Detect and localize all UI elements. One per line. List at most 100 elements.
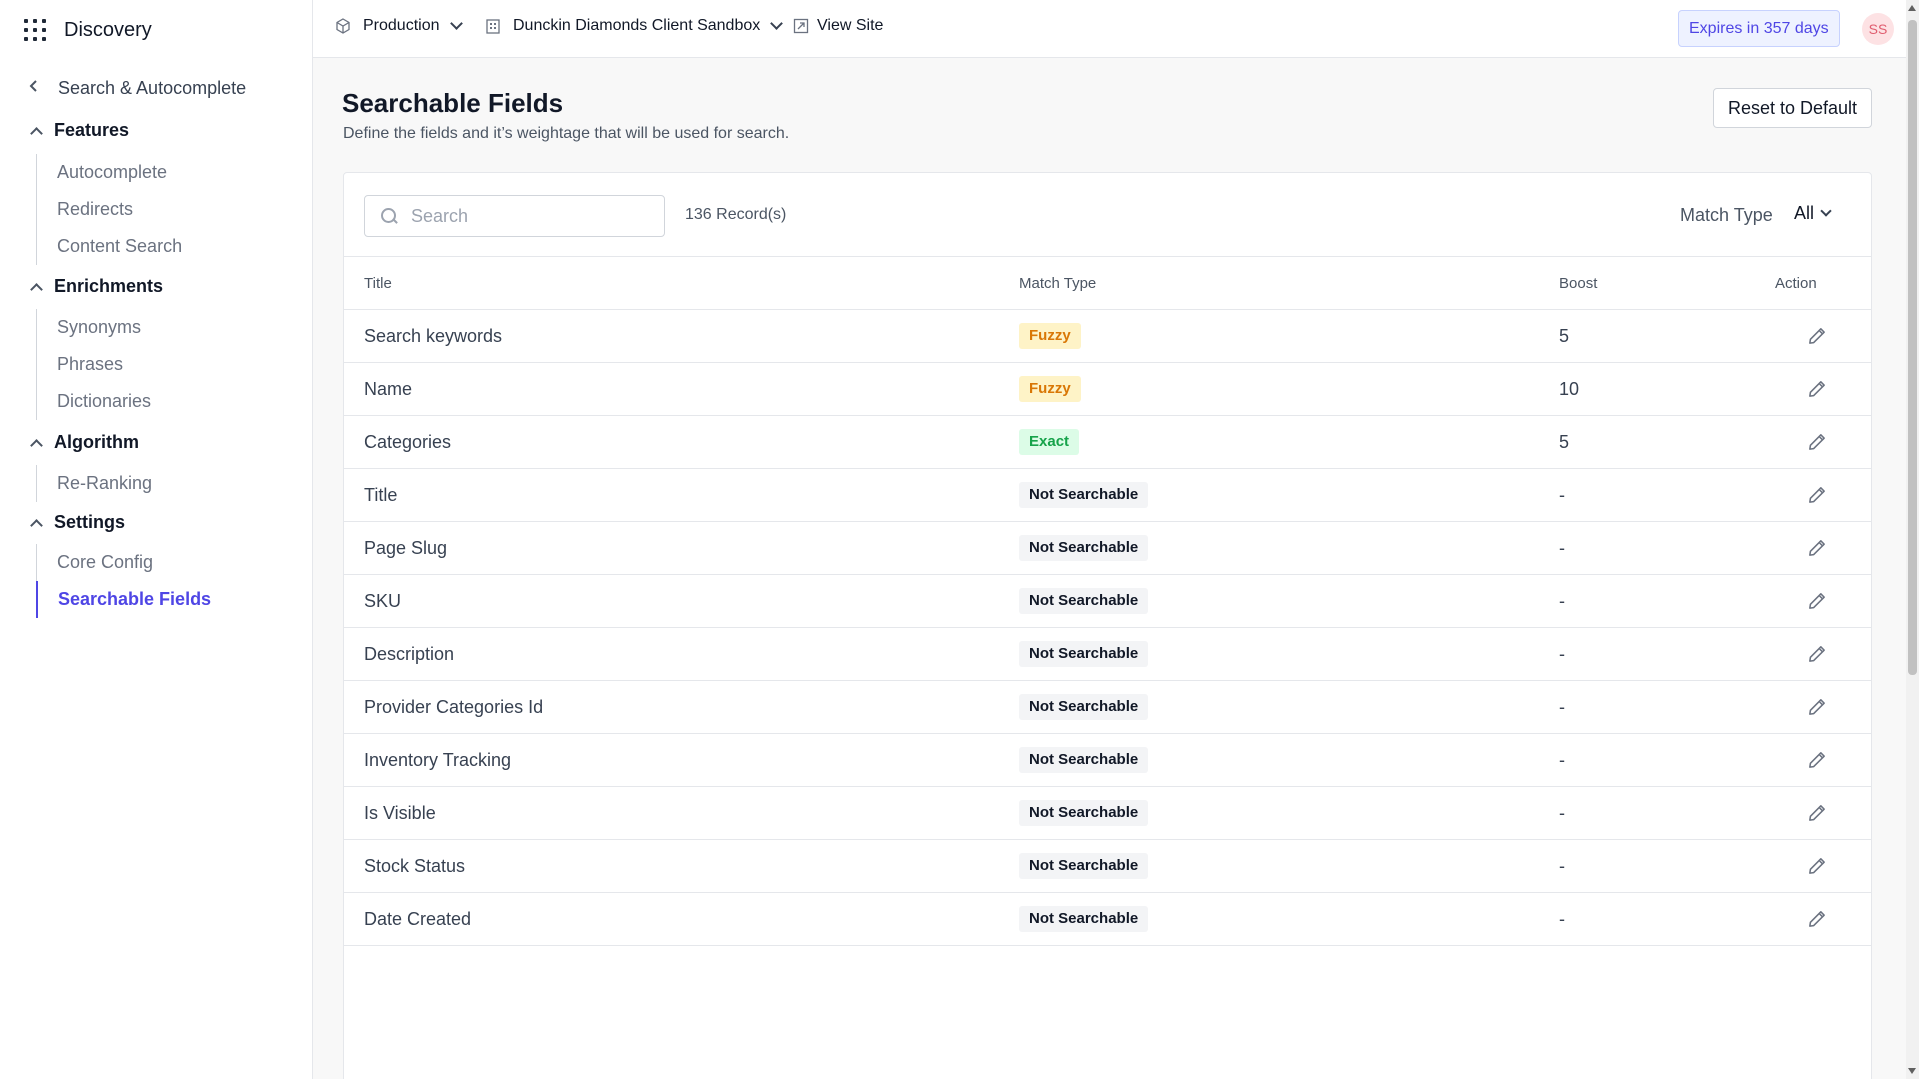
boost-value: 5 [1559,432,1570,452]
section-settings[interactable]: Settings [28,512,125,533]
boost-value: - [1559,591,1565,611]
match-type-badge: Not Searchable [1019,800,1149,826]
record-count: 136 Record(s) [685,206,787,223]
sidebar-item-dictionaries[interactable]: Dictionaries [37,383,151,420]
edit-pencil-icon[interactable] [1806,537,1828,559]
view-site-link[interactable]: View Site [793,17,883,35]
chevron-left-icon [28,79,50,98]
view-site-label: View Site [817,17,884,34]
field-title: SKU [364,591,402,611]
table-row[interactable]: Date Created Not Searchable - [344,893,1871,946]
edit-pencil-icon[interactable] [1806,325,1828,347]
chevron-up-icon [28,435,44,451]
table-row[interactable]: Name Fuzzy 10 [344,363,1871,416]
match-type-badge: Not Searchable [1019,535,1149,561]
sidebar-item-synonyms[interactable]: Synonyms [37,309,151,346]
scroll-down-arrow-icon[interactable] [1908,1068,1916,1074]
match-type-badge: Fuzzy [1019,376,1081,402]
scroll-up-arrow-icon[interactable] [1908,5,1916,11]
sidebar-item-autocomplete[interactable]: Autocomplete [37,154,182,191]
section-label: Settings [54,512,126,532]
page-scrollbar[interactable] [1906,0,1919,1079]
match-type-badge: Not Searchable [1019,853,1149,879]
scroll-thumb[interactable] [1908,20,1917,675]
field-title: Date Created [364,909,472,929]
table-row[interactable]: Stock Status Not Searchable - [344,840,1871,893]
field-title: Inventory Tracking [364,750,512,770]
field-title: Title [364,485,398,505]
column-header-match-type[interactable]: Match Type [1019,275,1096,292]
match-type-filter-label: Match Type [1680,205,1773,225]
match-type-badge: Exact [1019,429,1080,455]
apps-grid-icon[interactable] [24,19,46,41]
brand: Discovery [24,14,152,46]
section-label: Enrichments [54,276,164,296]
edit-pencil-icon[interactable] [1806,855,1828,877]
edit-pencil-icon[interactable] [1806,749,1828,771]
match-type-badge: Not Searchable [1019,906,1149,932]
client-select[interactable]: Dunckin Diamonds Client Sandbox [485,17,784,35]
chevron-down-icon [449,17,463,30]
search-input[interactable] [411,205,651,227]
avatar[interactable]: SS [1862,13,1894,45]
section-enrichments[interactable]: Enrichments [28,276,163,297]
match-type-badge: Not Searchable [1019,694,1149,720]
table-row[interactable]: Categories Exact 5 [344,416,1871,469]
edit-pencil-icon[interactable] [1806,378,1828,400]
boost-value: - [1559,644,1565,664]
boost-value: - [1559,538,1565,558]
app-name: Discovery [64,18,152,41]
table-row[interactable]: Page Slug Not Searchable - [344,522,1871,575]
field-title: Name [364,379,413,399]
sidebar-item-re-ranking[interactable]: Re-Ranking [37,465,152,502]
table-row[interactable]: Is Visible Not Searchable - [344,787,1871,840]
cube-icon [336,18,350,34]
edit-pencil-icon[interactable] [1806,696,1828,718]
environment-select[interactable]: Production [335,17,463,35]
field-title: Stock Status [364,856,466,876]
table-row[interactable]: Title Not Searchable - [344,469,1871,522]
table-header: Title Match Type Boost Action [344,257,1871,310]
field-title: Page Slug [364,538,448,558]
boost-value: - [1559,697,1565,717]
edit-pencil-icon[interactable] [1806,643,1828,665]
sidebar-item-phrases[interactable]: Phrases [37,346,151,383]
back-link[interactable]: Search & Autocomplete [28,78,246,99]
sidebar-item-redirects[interactable]: Redirects [37,191,182,228]
match-type-badge: Not Searchable [1019,588,1149,614]
field-title: Provider Categories Id [364,697,544,717]
column-header-boost[interactable]: Boost [1559,275,1597,292]
match-type-badge: Not Searchable [1019,641,1149,667]
expires-badge[interactable]: Expires in 357 days [1678,10,1840,47]
chevron-down-icon [770,17,784,30]
edit-pencil-icon[interactable] [1806,590,1828,612]
table-row[interactable]: Description Not Searchable - [344,628,1871,681]
search-icon [381,208,397,224]
match-type-badge: Fuzzy [1019,323,1081,349]
table-toolbar: 136 Record(s) Match Type All [344,173,1871,257]
sidebar-item-searchable-fields[interactable]: Searchable Fields [36,581,211,618]
edit-pencil-icon[interactable] [1806,802,1828,824]
client-label: Dunckin Diamonds Client Sandbox [513,17,761,34]
edit-pencil-icon[interactable] [1806,484,1828,506]
match-type-filter-select[interactable]: All [1794,203,1832,224]
sidebar-item-content-search[interactable]: Content Search [37,228,182,265]
chevron-up-icon [28,279,44,295]
page-title: Searchable Fields [342,88,564,118]
table-row[interactable]: Inventory Tracking Not Searchable - [344,734,1871,787]
edit-pencil-icon[interactable] [1806,431,1828,453]
environment-label: Production [363,17,440,34]
table-row[interactable]: SKU Not Searchable - [344,575,1871,628]
building-icon [486,19,500,34]
column-header-title[interactable]: Title [364,275,392,292]
section-algorithm[interactable]: Algorithm [28,432,139,453]
sidebar-item-core-config[interactable]: Core Config [37,544,211,581]
field-title: Description [364,644,455,664]
table-row[interactable]: Provider Categories Id Not Searchable - [344,681,1871,734]
reset-to-default-button[interactable]: Reset to Default [1713,88,1872,128]
edit-pencil-icon[interactable] [1806,908,1828,930]
table-row[interactable]: Search keywords Fuzzy 5 [344,310,1871,363]
search-box[interactable] [364,195,665,237]
fields-card: 136 Record(s) Match Type All Title Match… [343,172,1872,1079]
section-features[interactable]: Features [28,120,129,141]
